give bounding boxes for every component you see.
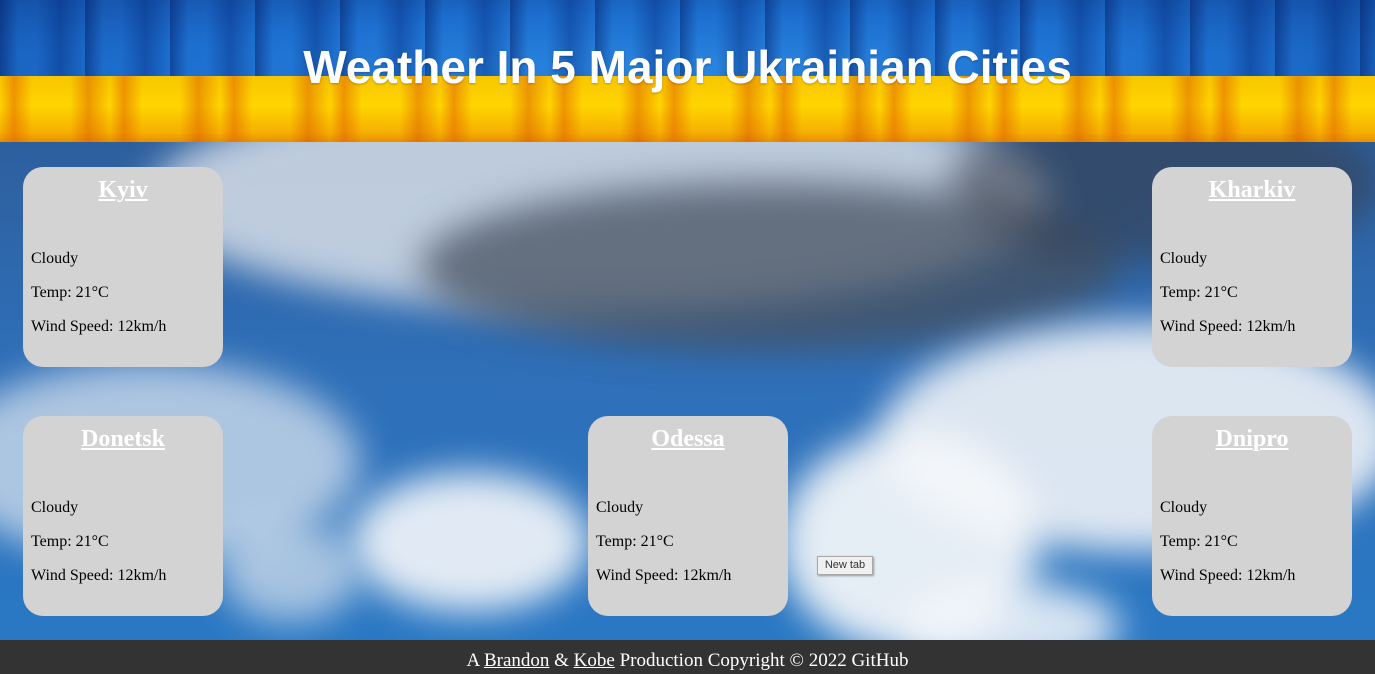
weather-condition: Cloudy (31, 499, 79, 516)
weather-condition: Cloudy (1160, 499, 1208, 516)
wind-speed: Wind Speed: 12km/h (596, 567, 732, 584)
city-link-dnipro[interactable]: Dnipro (1216, 426, 1289, 452)
new-tab-tooltip: New tab (817, 556, 873, 575)
wind-speed: Wind Speed: 12km/h (1160, 318, 1296, 335)
header-banner: Weather In 5 Major Ukrainian Cities (0, 0, 1375, 142)
wind-speed: Wind Speed: 12km/h (1160, 567, 1296, 584)
weather-condition: Cloudy (1160, 250, 1208, 267)
city-link-odessa[interactable]: Odessa (651, 426, 724, 452)
city-card-odessa: Odessa Cloudy Temp: 21°C Wind Speed: 12k… (588, 416, 788, 616)
city-link-kyiv[interactable]: Kyiv (98, 177, 147, 203)
city-card-kharkiv: Kharkiv Cloudy Temp: 21°C Wind Speed: 12… (1152, 167, 1352, 367)
city-card-dnipro: Dnipro Cloudy Temp: 21°C Wind Speed: 12k… (1152, 416, 1352, 616)
footer-prefix: A (466, 650, 480, 671)
footer-link-brandon[interactable]: Brandon (484, 650, 549, 671)
weather-condition: Cloudy (31, 250, 79, 267)
city-link-kharkiv[interactable]: Kharkiv (1209, 177, 1296, 203)
city-card-donetsk: Donetsk Cloudy Temp: 21°C Wind Speed: 12… (23, 416, 223, 616)
page-title: Weather In 5 Major Ukrainian Cities (303, 41, 1072, 93)
city-link-donetsk[interactable]: Donetsk (81, 426, 165, 452)
temperature: Temp: 21°C (31, 533, 109, 550)
footer-ampersand: & (554, 650, 569, 671)
wind-speed: Wind Speed: 12km/h (31, 567, 167, 584)
footer-copyright: Production Copyright © 2022 GitHub (619, 650, 909, 671)
city-card-kyiv: Kyiv Cloudy Temp: 21°C Wind Speed: 12km/… (23, 167, 223, 367)
temperature: Temp: 21°C (31, 284, 109, 301)
footer: A Brandon & Kobe Production Copyright © … (0, 640, 1375, 674)
weather-condition: Cloudy (596, 499, 644, 516)
temperature: Temp: 21°C (1160, 533, 1238, 550)
temperature: Temp: 21°C (1160, 284, 1238, 301)
footer-link-kobe[interactable]: Kobe (574, 650, 615, 671)
wind-speed: Wind Speed: 12km/h (31, 318, 167, 335)
temperature: Temp: 21°C (596, 533, 674, 550)
